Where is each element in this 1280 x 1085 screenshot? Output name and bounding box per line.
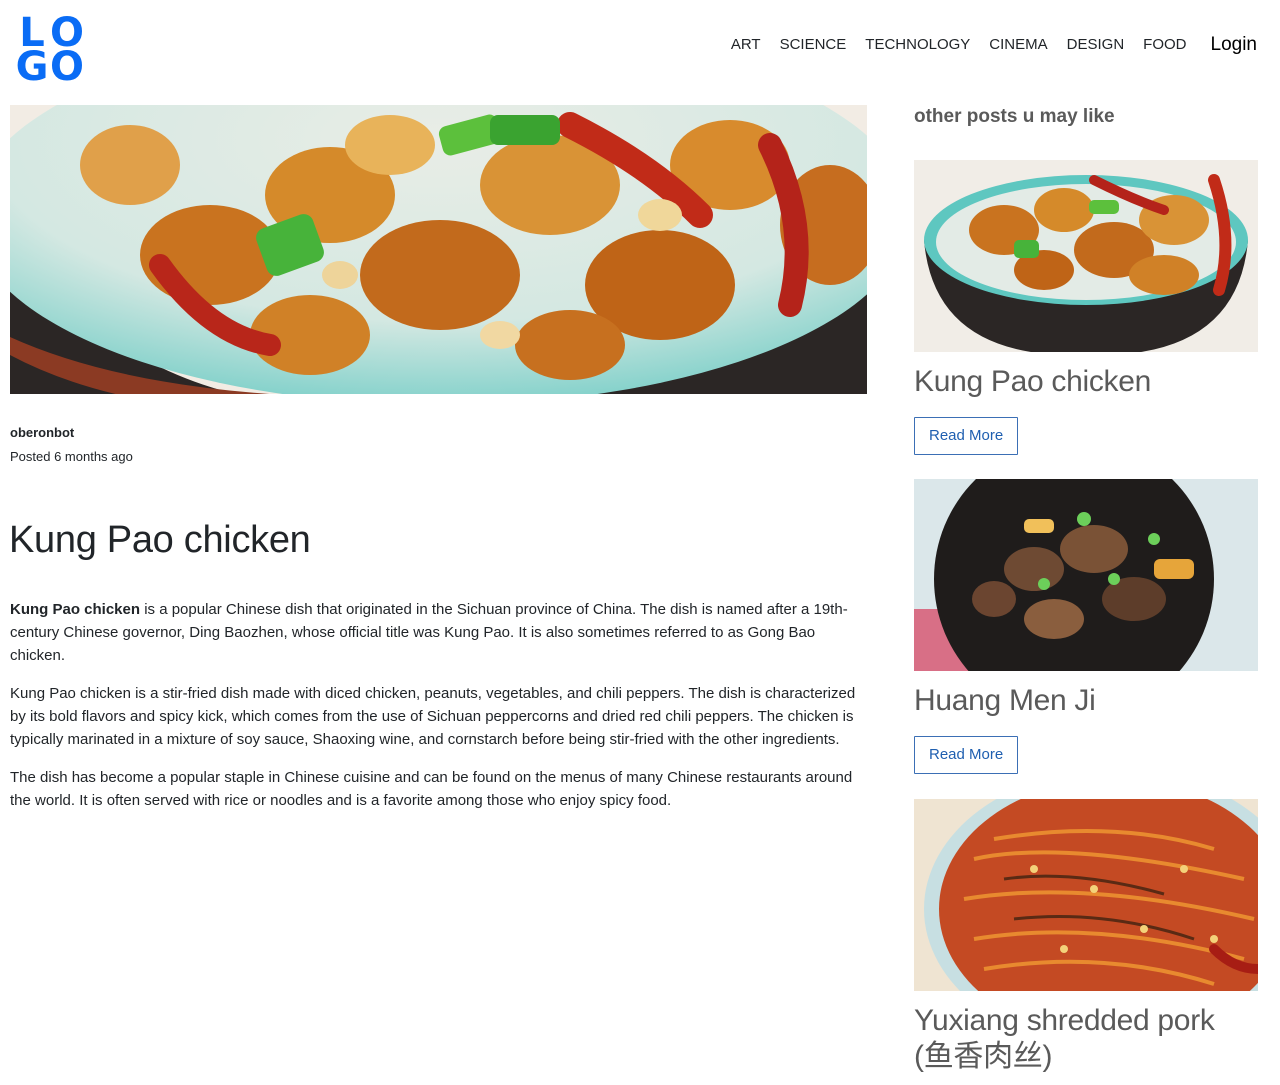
post-title: Kung Pao chicken — [9, 519, 311, 561]
huang-men-ji-thumbnail — [914, 479, 1258, 671]
site-header: L O G O ART SCIENCE TECHNOLOGY CINEMA DE… — [0, 0, 1280, 100]
site-logo[interactable]: L O G O — [14, 13, 84, 90]
nav-link-cinema[interactable]: CINEMA — [989, 33, 1047, 57]
related-post-thumbnail[interactable] — [914, 160, 1258, 352]
read-more-button[interactable]: Read More — [914, 417, 1019, 455]
kung-pao-chicken-thumbnail — [914, 160, 1258, 352]
nav-link-science[interactable]: SCIENCE — [780, 33, 847, 57]
post-paragraph-bold: Kung Pao chicken — [10, 601, 141, 618]
post-body: Kung Pao chicken is a popular Chinese di… — [10, 598, 872, 827]
related-post-thumbnail[interactable] — [914, 479, 1258, 671]
login-link[interactable]: Login — [1211, 33, 1258, 57]
logo-letter: O — [49, 44, 84, 90]
post-author: oberonbot — [10, 425, 75, 440]
yuxiang-shredded-pork-thumbnail — [914, 799, 1258, 991]
related-post-thumbnail[interactable] — [914, 799, 1258, 991]
sidebar-title: other posts u may like — [914, 106, 1115, 127]
logo-letter: G — [15, 44, 49, 90]
logo-row-bottom: G O — [14, 44, 84, 90]
nav-link-art[interactable]: ART — [731, 33, 761, 57]
related-post-card: Kung Pao chicken Read More — [914, 160, 1258, 455]
related-post-title[interactable]: Yuxiang shredded pork (鱼香肉丝) — [914, 1003, 1258, 1075]
post-paragraph: The dish has become a popular staple in … — [10, 769, 853, 809]
post-date: Posted 6 months ago — [10, 449, 133, 464]
nav-link-design[interactable]: DESIGN — [1067, 33, 1125, 57]
read-more-button[interactable]: Read More — [914, 736, 1019, 774]
related-post-title[interactable]: Huang Men Ji — [914, 683, 1258, 719]
post-paragraph: Kung Pao chicken is a popular Chinese di… — [10, 598, 872, 667]
post-hero-image — [10, 105, 867, 394]
nav-link-food[interactable]: FOOD — [1143, 33, 1186, 57]
main-nav: ART SCIENCE TECHNOLOGY CINEMA DESIGN FOO… — [712, 33, 1257, 57]
kung-pao-chicken-photo — [10, 105, 867, 394]
related-post-card: Huang Men Ji Read More — [914, 479, 1258, 774]
nav-link-technology[interactable]: TECHNOLOGY — [865, 33, 970, 57]
related-post-card: Yuxiang shredded pork (鱼香肉丝) — [914, 799, 1258, 1075]
related-post-title[interactable]: Kung Pao chicken — [914, 364, 1258, 400]
post-paragraph: Kung Pao chicken is a stir-fried dish ma… — [10, 685, 856, 748]
